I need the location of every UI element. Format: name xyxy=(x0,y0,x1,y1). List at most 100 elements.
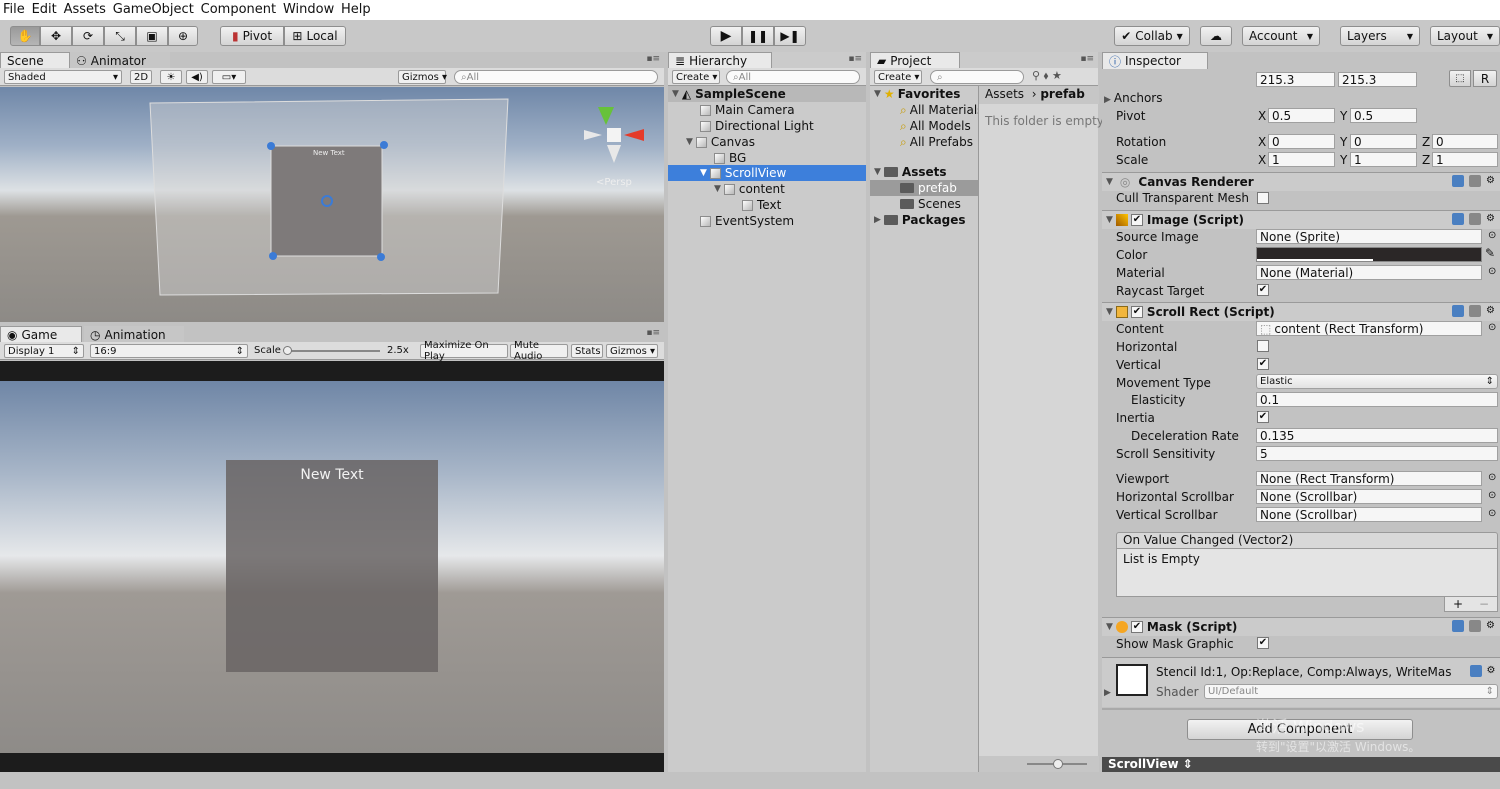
move-tool-button[interactable]: ✥ xyxy=(40,26,72,46)
display-dropdown[interactable]: Display 1 ⇕ xyxy=(4,344,84,358)
play-button[interactable]: ▶ xyxy=(710,26,742,46)
panel-menu-icon[interactable]: ▪≡ xyxy=(646,54,660,64)
tab-game[interactable]: ◉ Game xyxy=(0,326,82,343)
pivot-y-field[interactable]: 0.5 xyxy=(1350,108,1417,123)
add-event-button[interactable]: + xyxy=(1453,597,1463,611)
anchors-foldout[interactable]: ▶ Anchors xyxy=(1104,91,1162,105)
gear-icon[interactable]: ⚙ xyxy=(1487,665,1499,677)
gizmos-dropdown[interactable]: Gizmos ▾ xyxy=(398,70,447,84)
hierarchy-item-bg[interactable]: BG xyxy=(714,150,746,166)
layers-dropdown[interactable]: Layers ▼ xyxy=(1340,26,1420,46)
favorites-item[interactable]: ⌕ All Materials xyxy=(900,102,983,118)
favorites-item[interactable]: ⌕ All Models xyxy=(900,118,971,134)
eyedropper-icon[interactable]: ✎ xyxy=(1485,246,1495,260)
gear-icon[interactable]: ⚙ xyxy=(1486,305,1498,317)
2d-toggle[interactable]: 2D xyxy=(130,70,152,84)
panel-menu-icon[interactable]: ▪≡ xyxy=(1080,54,1094,64)
hierarchy-item-canvas[interactable]: ▼ Canvas xyxy=(686,134,755,150)
hierarchy-item-main-camera[interactable]: Main Camera xyxy=(700,102,795,118)
account-dropdown[interactable]: Account ▼ xyxy=(1242,26,1320,46)
rotate-tool-button[interactable]: ⟳ xyxy=(72,26,104,46)
layout-dropdown[interactable]: Layout ▼ xyxy=(1430,26,1500,46)
menu-edit[interactable]: Edit xyxy=(29,0,57,20)
remove-event-button[interactable]: − xyxy=(1479,597,1489,611)
hierarchy-item-directional-light[interactable]: Directional Light xyxy=(700,118,814,134)
hierarchy-item-content[interactable]: ▼ content xyxy=(714,181,785,197)
preset-icon[interactable] xyxy=(1469,175,1481,187)
hierarchy-item-eventsystem[interactable]: EventSystem xyxy=(700,213,794,229)
object-picker-icon[interactable]: ⊙ xyxy=(1488,508,1496,519)
game-viewport[interactable]: New Text xyxy=(0,361,664,772)
raw-edit-button[interactable]: R xyxy=(1473,70,1497,87)
elasticity-field[interactable]: 0.1 xyxy=(1256,392,1498,407)
cull-checkbox[interactable] xyxy=(1257,192,1269,204)
gear-icon[interactable]: ⚙ xyxy=(1486,213,1498,225)
scene-search-input[interactable]: ⌕ All xyxy=(454,70,658,84)
collapse-arrow-icon[interactable]: ▶ xyxy=(1104,688,1111,698)
scale-slider-track[interactable] xyxy=(284,350,380,352)
scale-y-field[interactable]: 1 xyxy=(1350,152,1417,167)
scene-viewport[interactable]: New Text <Persp xyxy=(0,87,664,322)
preset-icon[interactable] xyxy=(1469,620,1481,632)
raycast-checkbox[interactable]: ✔ xyxy=(1257,284,1269,296)
canvas-renderer-header[interactable]: ▼ ◎ Canvas Renderer ⚙ xyxy=(1102,172,1500,191)
help-icon[interactable] xyxy=(1452,305,1464,317)
menu-component[interactable]: Component xyxy=(198,0,276,20)
material-field[interactable]: None (Material) xyxy=(1256,265,1482,280)
menu-assets[interactable]: Assets xyxy=(61,0,106,20)
hierarchy-item-text[interactable]: Text xyxy=(742,197,781,213)
source-image-field[interactable]: None (Sprite) xyxy=(1256,229,1482,244)
hand-tool-button[interactable]: ✋ xyxy=(10,26,40,46)
breadcrumb-assets[interactable]: Assets xyxy=(985,87,1024,101)
width-field[interactable]: 215.3 xyxy=(1256,72,1335,87)
help-icon[interactable] xyxy=(1452,175,1464,187)
object-picker-icon[interactable]: ⊙ xyxy=(1488,230,1496,241)
favorites-item[interactable]: ⌕ All Prefabs xyxy=(900,134,973,150)
folder-prefab[interactable]: prefab xyxy=(900,180,957,196)
assets-header[interactable]: ▼ Assets xyxy=(874,164,947,180)
scale-slider-thumb[interactable] xyxy=(283,346,292,355)
scale-x-field[interactable]: 1 xyxy=(1268,152,1335,167)
gear-icon[interactable]: ⚙ xyxy=(1486,175,1498,187)
vertical-checkbox[interactable]: ✔ xyxy=(1257,358,1269,370)
project-create-dropdown[interactable]: Create ▾ xyxy=(874,70,922,84)
menu-help[interactable]: Help xyxy=(338,0,371,20)
object-picker-icon[interactable]: ⊙ xyxy=(1488,472,1496,483)
local-toggle[interactable]: ⊞ Local xyxy=(284,26,346,46)
menu-file[interactable]: File xyxy=(0,0,25,20)
horizontal-scrollbar-field[interactable]: None (Scrollbar) xyxy=(1256,489,1482,504)
footer-object-name[interactable]: ScrollView ⇕ xyxy=(1102,757,1193,771)
inertia-checkbox[interactable]: ✔ xyxy=(1257,411,1269,423)
pause-button[interactable]: ❚❚ xyxy=(742,26,774,46)
image-component-header[interactable]: ▼ ✔ Image (Script) ⚙ xyxy=(1102,210,1500,229)
zoom-slider-thumb[interactable] xyxy=(1053,759,1063,769)
persp-label[interactable]: <Persp xyxy=(596,177,632,188)
shader-dropdown[interactable]: UI/Default ⇕ xyxy=(1204,684,1498,699)
transform-tool-button[interactable]: ⊕ xyxy=(168,26,198,46)
lighting-toggle[interactable]: ☀ xyxy=(160,70,182,84)
scroll-rect-enabled-checkbox[interactable]: ✔ xyxy=(1130,306,1143,318)
horizontal-checkbox[interactable] xyxy=(1257,340,1269,352)
tab-animation[interactable]: ◷ Animation xyxy=(84,326,184,343)
height-field[interactable]: 215.3 xyxy=(1338,72,1417,87)
show-mask-checkbox[interactable]: ✔ xyxy=(1257,637,1269,649)
step-button[interactable]: ▶❚ xyxy=(774,26,806,46)
filter-icons[interactable]: ⚲ ⬧ ★ xyxy=(1032,69,1062,83)
color-field[interactable] xyxy=(1256,247,1482,262)
project-search-input[interactable]: ⌕ xyxy=(930,70,1024,84)
stats-toggle[interactable]: Stats xyxy=(571,344,603,358)
mask-component-header[interactable]: ▼ ✔ Mask (Script) ⚙ xyxy=(1102,617,1500,636)
movement-type-dropdown[interactable]: Elastic ⇕ xyxy=(1256,374,1498,389)
preset-icon[interactable] xyxy=(1469,213,1481,225)
scale-tool-button[interactable]: ⤡ xyxy=(104,26,136,46)
mask-enabled-checkbox[interactable]: ✔ xyxy=(1130,621,1143,633)
object-picker-icon[interactable]: ⊙ xyxy=(1488,322,1496,333)
scroll-sensitivity-field[interactable]: 5 xyxy=(1256,446,1498,461)
panel-menu-icon[interactable]: ▪≡ xyxy=(646,328,660,338)
gear-icon[interactable]: ⚙ xyxy=(1486,620,1498,632)
menu-gameobject[interactable]: GameObject xyxy=(110,0,194,20)
scene-header[interactable]: ▼ ◭ SampleScene xyxy=(672,86,786,102)
packages-header[interactable]: ▶ Packages xyxy=(874,212,966,228)
blueprint-button[interactable]: ⬚ xyxy=(1449,70,1471,87)
tab-scene[interactable]: Scene xyxy=(0,52,70,69)
